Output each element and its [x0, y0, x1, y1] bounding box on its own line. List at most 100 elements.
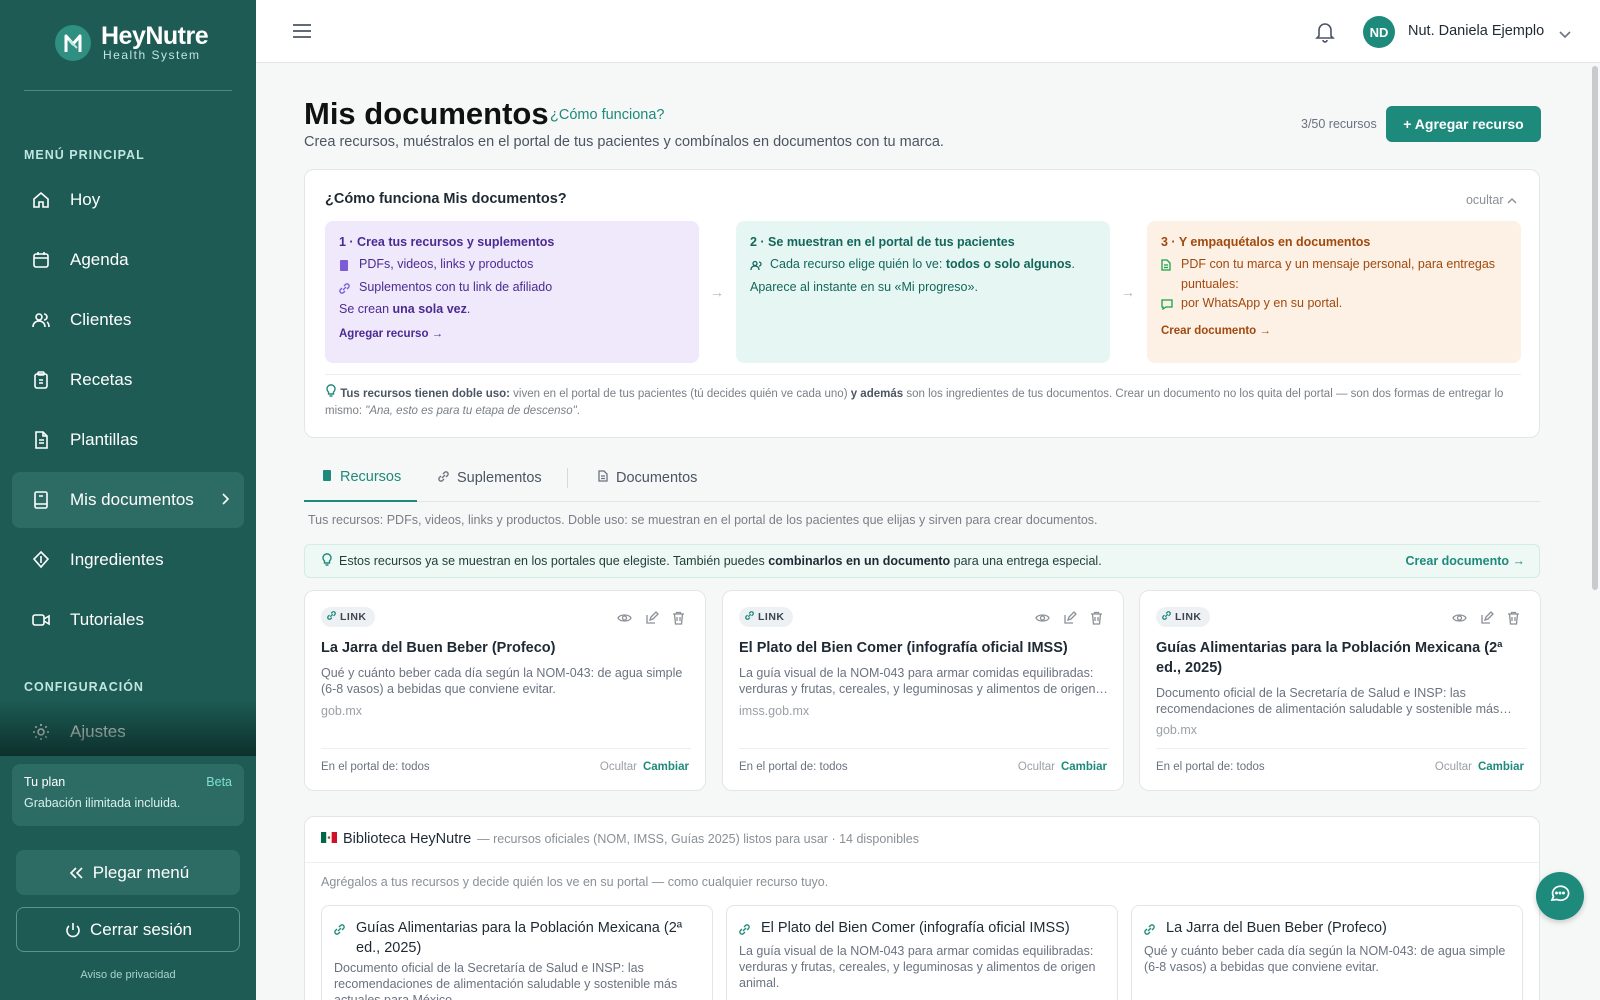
step-line: PDF con tu marca y un mensaje personal, … [1161, 255, 1507, 294]
trash-icon[interactable] [1507, 611, 1520, 630]
chat-button[interactable] [1536, 872, 1584, 920]
sidebar: HeyNutre Health System MENÚ PRINCIPAL Ho… [0, 0, 256, 1000]
change-button[interactable]: Cambiar [1061, 761, 1107, 773]
tab-recursos[interactable]: Recursos [304, 454, 417, 502]
sidebar-item-plantillas[interactable]: Plantillas [12, 412, 244, 468]
eye-icon[interactable] [617, 611, 632, 630]
sidebar-item-mis-documentos[interactable]: Mis documentos [12, 472, 244, 528]
arrow-right-icon: → [710, 284, 724, 300]
resource-desc: Qué y cuánto beber cada día según la NOM… [321, 666, 683, 696]
resource-domain: gob.mx [1156, 723, 1197, 737]
library-item-title: La Jarra del Buen Beber (Profeco) [1144, 918, 1510, 941]
link-icon [339, 278, 353, 301]
avatar[interactable]: ND [1363, 16, 1395, 48]
link-icon [438, 470, 449, 486]
how-it-works-link[interactable]: ¿Cómo funciona? [550, 107, 664, 123]
resource-card[interactable]: LINK La Jarra del Buen Beber (Profeco) Q… [304, 590, 706, 791]
edit-icon[interactable] [645, 611, 659, 630]
tab-label: Suplementos [457, 470, 542, 486]
hamburger-menu-icon[interactable] [292, 22, 312, 45]
resource-desc: Documento oficial de la Secretaría de Sa… [1156, 686, 1500, 716]
step-create: 1 · Crea tus recursos y suplementos PDFs… [325, 221, 699, 363]
sidebar-item-ingredientes[interactable]: Ingredientes [12, 532, 244, 588]
hide-button[interactable]: Ocultar [600, 761, 637, 773]
brand-logo[interactable]: HeyNutre Health System [55, 24, 209, 62]
note-text: . [576, 405, 580, 417]
create-document-link[interactable]: Crear documento → [1406, 554, 1525, 568]
chevron-up-icon [1507, 193, 1517, 207]
plan-desc: Grabación ilimitada incluida. [24, 796, 181, 810]
card-actions [617, 611, 685, 630]
step-add-resource-link[interactable]: Agregar recurso → [339, 328, 685, 340]
step-line: Aparece al instante en su «Mi progreso». [750, 278, 1096, 298]
chat-icon [1549, 884, 1571, 909]
library-item-desc: Documento oficial de la Secretaría de Sa… [334, 961, 678, 1000]
gear-icon [30, 721, 52, 743]
note-quote: "Ana, esto es para tu etapa de descenso" [365, 405, 577, 417]
library-item[interactable]: El Plato del Bien Comer (infografía ofic… [726, 905, 1118, 1000]
hide-button[interactable]: Ocultar [1435, 761, 1472, 773]
scrollbar[interactable] [1592, 66, 1598, 590]
config-label: CONFIGURACIÓN [24, 680, 144, 694]
tab-bar: Recursos Suplementos Documentos [304, 454, 1540, 502]
home-icon [30, 189, 52, 211]
edit-icon[interactable] [1480, 611, 1494, 630]
sidebar-item-agenda[interactable]: Agenda [12, 232, 244, 288]
step-create-document-link[interactable]: Crear documento → [1161, 325, 1507, 337]
sidebar-divider [24, 90, 232, 91]
collapse-menu-button[interactable]: Plegar menú [16, 850, 240, 895]
users-icon [750, 255, 764, 278]
divider [325, 374, 1521, 375]
type-badge: LINK [1156, 607, 1210, 627]
edit-icon[interactable] [1063, 611, 1077, 630]
document-icon [30, 429, 52, 451]
sidebar-item-recetas[interactable]: Recetas [12, 352, 244, 408]
link-icon [334, 918, 348, 958]
type-badge: LINK [739, 607, 793, 627]
resource-domain: gob.mx [321, 704, 362, 718]
step-line: Suplementos con tu link de afiliado [339, 278, 685, 301]
step-line: Cada recurso elige quién lo ve: todos o … [750, 255, 1096, 278]
tab-documentos[interactable]: Documentos [598, 454, 697, 502]
library-meta: — recursos oficiales (NOM, IMSS, Guías 2… [477, 832, 919, 846]
sidebar-item-hoy[interactable]: Hoy [12, 172, 244, 228]
arrow-right-icon: → [1121, 284, 1135, 300]
privacy-link[interactable]: Aviso de privacidad [0, 969, 256, 981]
hide-button[interactable]: Ocultar [1018, 761, 1055, 773]
user-name[interactable]: Nut. Daniela Ejemplo [1408, 23, 1544, 39]
plan-title: Tu plan [24, 775, 66, 789]
eye-icon[interactable] [1035, 611, 1050, 630]
library-item[interactable]: Guías Alimentarias para la Población Mex… [321, 905, 713, 1000]
eye-icon[interactable] [1452, 611, 1467, 630]
change-button[interactable]: Cambiar [1478, 761, 1524, 773]
divider [1156, 748, 1526, 749]
sidebar-item-tutoriales[interactable]: Tutoriales [12, 592, 244, 648]
resource-card[interactable]: LINK Guías Alimentarias para la Població… [1139, 590, 1541, 791]
badge-label: LINK [1175, 611, 1202, 623]
step-text: por WhatsApp y en su portal. [1181, 296, 1343, 310]
chevron-down-icon[interactable] [1559, 26, 1571, 44]
trash-icon[interactable] [1090, 611, 1103, 630]
resource-title: Guías Alimentarias para la Población Mex… [1156, 640, 1503, 676]
sidebar-item-label: Plantillas [70, 430, 139, 449]
add-resource-button[interactable]: + Agregar recurso [1386, 106, 1541, 142]
change-button[interactable]: Cambiar [643, 761, 689, 773]
library-title: Biblioteca HeyNutre [343, 831, 472, 847]
step-portal: 2 · Se muestran en el portal de tus paci… [736, 221, 1110, 363]
logout-button[interactable]: Cerrar sesión [16, 907, 240, 952]
trash-icon[interactable] [672, 611, 685, 630]
clipboard-icon [30, 369, 52, 391]
book-icon [322, 469, 332, 485]
portal-visibility: En el portal de: todos [1156, 761, 1265, 773]
bell-icon[interactable] [1313, 19, 1337, 48]
resource-card[interactable]: LINK El Plato del Bien Comer (infografía… [722, 590, 1124, 791]
hide-how-card-button[interactable]: ocultar [1466, 193, 1517, 207]
tab-suplementos[interactable]: Suplementos [438, 454, 542, 502]
sidebar-item-clientes[interactable]: Clientes [12, 292, 244, 348]
step-line: por WhatsApp y en su portal. [1161, 294, 1507, 317]
file-icon [1161, 255, 1175, 294]
library-header: Biblioteca HeyNutre — recursos oficiales… [321, 831, 919, 847]
note-bold: Tus recursos tienen doble uso: [340, 388, 510, 400]
sidebar-item-ajustes[interactable]: Ajustes [12, 704, 244, 760]
library-item[interactable]: La Jarra del Buen Beber (Profeco) Qué y … [1131, 905, 1523, 1000]
